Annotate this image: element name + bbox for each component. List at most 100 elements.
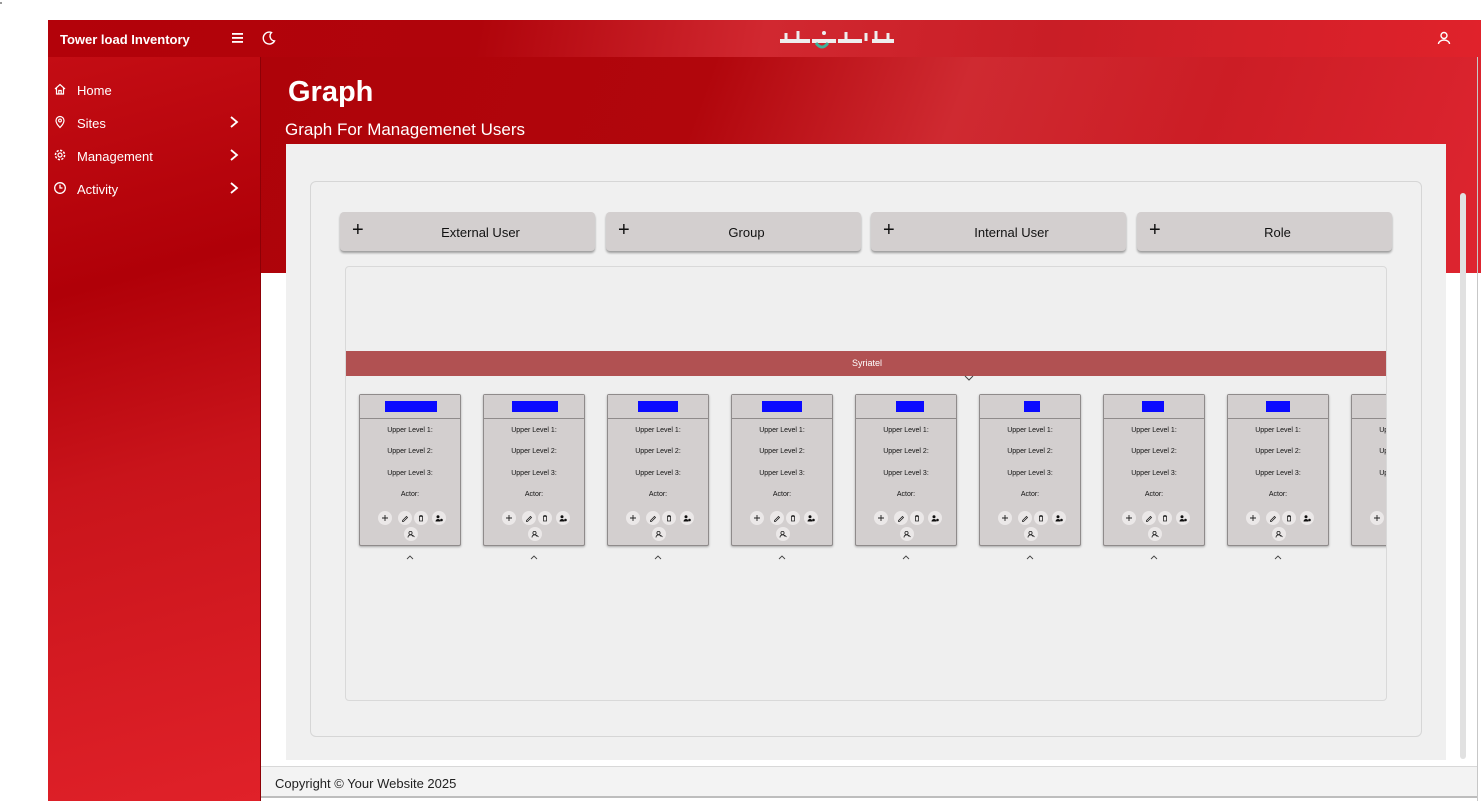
org-node-card[interactable]: Upper Level 1: Upper Level 2: Upper Level … <box>359 394 461 546</box>
node-field-upper2: Upper Level 2: <box>759 448 805 455</box>
node-field-upper2: Upper Level 2: <box>1255 448 1301 455</box>
graph-canvas[interactable]: Syriatel Upper Level 1: Upper Level 2: Upp… <box>345 266 1387 701</box>
node-actions <box>856 511 956 525</box>
node-field-actor: Actor: <box>524 491 544 498</box>
plus-icon[interactable] <box>1370 511 1384 525</box>
user-gear-icon[interactable] <box>680 511 694 525</box>
redaction-mark <box>896 401 924 412</box>
node-actions <box>732 511 832 525</box>
plus-icon[interactable] <box>1122 511 1136 525</box>
trash-icon[interactable] <box>1034 511 1048 525</box>
user-gear-icon[interactable] <box>928 511 942 525</box>
sidebar-item-label: Management <box>77 149 153 164</box>
user-tag-icon[interactable] <box>652 527 666 541</box>
trash-icon[interactable] <box>1158 511 1172 525</box>
user-tag-icon[interactable] <box>1024 527 1038 541</box>
org-node-card[interactable]: Upper Level 1: Upper Level 2: Upper Level … <box>731 394 833 546</box>
plus-icon[interactable] <box>378 511 392 525</box>
chevron-up-icon[interactable] <box>1150 547 1158 560</box>
pencil-icon[interactable] <box>398 511 412 525</box>
user-gear-icon[interactable] <box>804 511 818 525</box>
plus-icon[interactable] <box>626 511 640 525</box>
chevron-up-icon[interactable] <box>654 547 662 560</box>
org-node-card[interactable]: Upper Level 1: Upper Level 2: Upper Level … <box>1227 394 1329 546</box>
user-gear-icon[interactable] <box>1176 511 1190 525</box>
user-gear-icon[interactable] <box>432 511 446 525</box>
trash-icon[interactable] <box>414 511 428 525</box>
scrollbar-thumb[interactable] <box>1460 193 1466 759</box>
menu-icon[interactable] <box>230 30 246 46</box>
org-node-card[interactable]: Upper Level 1: Upper Level 2: Upper Level … <box>1103 394 1205 546</box>
sidebar-item-sites[interactable]: Sites <box>48 111 261 135</box>
chevron-up-icon[interactable] <box>1026 547 1034 560</box>
user-tag-icon[interactable] <box>776 527 790 541</box>
chevron-right-icon[interactable] <box>228 181 240 195</box>
org-node-card[interactable]: Upper Level 1: Upper Level 2: Upper Level … <box>607 394 709 546</box>
node-header <box>856 395 956 419</box>
node-field-actor: Actor: <box>1020 491 1040 498</box>
org-node-card[interactable]: Upper Level 1: Upper Level 2: Upper Level … <box>979 394 1081 546</box>
user-tag-icon[interactable] <box>1148 527 1162 541</box>
chevron-down-icon[interactable] <box>964 375 974 381</box>
org-node-card[interactable]: Upper Level 1: Upper Level 2: Upper Level … <box>483 394 585 546</box>
node-field-actor: Actor: <box>772 491 792 498</box>
plus-icon[interactable] <box>502 511 516 525</box>
chevron-up-icon[interactable] <box>530 547 538 560</box>
org-node-card[interactable]: Upper Level 1: Upper Level 2: Upper Level … <box>855 394 957 546</box>
chevron-up-icon[interactable] <box>406 547 414 560</box>
add-role-button[interactable]: + Role <box>1137 212 1392 251</box>
sidebar-item-label: Activity <box>77 182 119 197</box>
user-tag-icon[interactable] <box>1272 527 1286 541</box>
node-field-upper2: Upper Level 2: <box>1379 448 1386 455</box>
user-tag-icon[interactable] <box>900 527 914 541</box>
pencil-icon[interactable] <box>646 511 660 525</box>
user-tag-icon[interactable] <box>528 527 542 541</box>
user-tag-icon[interactable] <box>404 527 418 541</box>
root-node-syriatel[interactable]: Syriatel <box>346 351 1386 376</box>
chevron-right-icon[interactable] <box>228 148 240 162</box>
plus-icon[interactable] <box>998 511 1012 525</box>
user-gear-icon[interactable] <box>556 511 570 525</box>
brand-title[interactable]: Tower load Inventory <box>60 32 190 47</box>
user-gear-icon[interactable] <box>1052 511 1066 525</box>
chevron-right-icon[interactable] <box>228 115 240 129</box>
pencil-icon[interactable] <box>1018 511 1032 525</box>
trash-icon[interactable] <box>662 511 676 525</box>
sidebar-item-home[interactable]: Home <box>48 78 261 102</box>
add-internal-user-button[interactable]: + Internal User <box>871 212 1126 251</box>
trash-icon[interactable] <box>786 511 800 525</box>
add-external-user-button[interactable]: + External User <box>340 212 595 251</box>
sidebar-item-management[interactable]: Management <box>48 144 261 168</box>
plus-icon[interactable] <box>750 511 764 525</box>
moon-icon[interactable] <box>261 30 277 46</box>
trash-icon[interactable] <box>538 511 552 525</box>
node-field-upper2: Upper Level 2: <box>511 448 557 455</box>
brand-logo <box>780 31 894 49</box>
plus-icon[interactable] <box>1246 511 1260 525</box>
chevron-up-icon[interactable] <box>902 547 910 560</box>
pencil-icon[interactable] <box>770 511 784 525</box>
node-field-upper1: Upper Level 1: <box>511 427 557 434</box>
chevron-up-icon[interactable] <box>778 547 786 560</box>
add-group-button[interactable]: + Group <box>606 212 861 251</box>
node-field-upper1: Upper Level 1: <box>635 427 681 434</box>
user-icon[interactable] <box>1436 30 1452 46</box>
plus-icon[interactable] <box>874 511 888 525</box>
chevron-up-icon[interactable] <box>1274 547 1282 560</box>
pencil-icon[interactable] <box>522 511 536 525</box>
trash-icon[interactable] <box>910 511 924 525</box>
content-right-border <box>1477 57 1478 801</box>
node-field-upper2: Upper Level 2: <box>1131 448 1177 455</box>
pencil-icon[interactable] <box>1142 511 1156 525</box>
node-field-upper3: Upper Level 3: <box>759 470 805 477</box>
user-gear-icon[interactable] <box>1300 511 1314 525</box>
node-actions <box>608 511 708 525</box>
node-field-upper1: Upper Level 1: <box>883 427 929 434</box>
redaction-mark <box>1142 401 1164 412</box>
sidebar-item-activity[interactable]: Activity <box>48 177 261 201</box>
pencil-icon[interactable] <box>894 511 908 525</box>
org-node-card[interactable]: ne Upper Level 1: Upper Level 2: Upper Leve… <box>1351 394 1386 546</box>
pencil-icon[interactable] <box>1266 511 1280 525</box>
trash-icon[interactable] <box>1282 511 1296 525</box>
node-field-actor: Actor: <box>1268 491 1288 498</box>
